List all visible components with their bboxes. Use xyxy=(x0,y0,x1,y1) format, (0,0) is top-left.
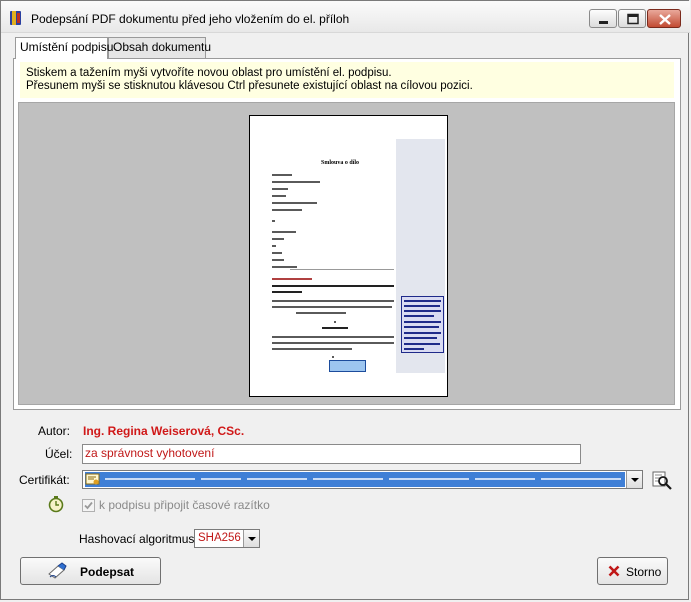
title-bar[interactable]: Podepsání PDF dokumentu před jeho vložen… xyxy=(1,1,690,33)
tab-document-content[interactable]: Obsah dokumentu xyxy=(108,37,211,58)
timestamp-checkbox[interactable] xyxy=(82,499,95,512)
tab-signature-placement[interactable]: Umístění podpisu xyxy=(15,37,113,59)
cancel-icon xyxy=(608,565,620,577)
pdf-page-preview[interactable]: Smlouva o dílo xyxy=(249,115,448,397)
maximize-icon xyxy=(627,13,639,25)
certificate-icon xyxy=(85,472,101,487)
minimize-button[interactable] xyxy=(589,9,617,28)
signature-area-marker[interactable] xyxy=(329,360,366,372)
info-banner: Stiskem a tažením myši vytvoříte novou o… xyxy=(20,62,674,98)
window-title: Podepsání PDF dokumentu před jeho vložen… xyxy=(31,12,350,26)
sign-button-label: Podepsat xyxy=(80,565,135,579)
close-icon xyxy=(659,14,671,25)
purpose-label: Účel: xyxy=(45,447,73,461)
purpose-input[interactable]: za správnost vyhotovení xyxy=(82,444,581,464)
author-label: Autor: xyxy=(38,424,71,438)
certificate-search-icon xyxy=(652,471,672,490)
certificate-dropdown-button[interactable] xyxy=(626,471,642,488)
close-button[interactable] xyxy=(647,9,681,28)
hash-dropdown-button[interactable] xyxy=(243,530,259,547)
info-line-2: Přesunem myši se stisknutou klávesou Ctr… xyxy=(26,80,473,92)
info-line-1: Stiskem a tažením myši vytvoříte novou o… xyxy=(26,67,392,79)
minimize-icon xyxy=(599,21,608,24)
certificate-label: Certifikát: xyxy=(19,473,70,487)
timestamp-label: k podpisu připojit časové razítko xyxy=(99,498,270,512)
certificate-select[interactable] xyxy=(82,470,643,489)
preview-document-title: Smlouva o dílo xyxy=(320,160,359,166)
dialog-window: Podepsání PDF dokumentu před jeho vložen… xyxy=(0,0,690,600)
maximize-button[interactable] xyxy=(618,9,646,28)
sign-button[interactable]: Podepsat xyxy=(20,557,161,585)
page-annotation-box xyxy=(401,296,444,353)
hash-algorithm-select[interactable]: SHA256 xyxy=(194,529,260,548)
certificate-details-button[interactable] xyxy=(651,469,673,491)
hash-algorithm-value: SHA256 xyxy=(198,532,241,544)
author-value: Ing. Regina Weiserová, CSc. xyxy=(83,424,245,438)
app-icon xyxy=(9,10,23,26)
cancel-button-label: Storno xyxy=(626,565,662,579)
timestamp-clock-icon xyxy=(47,495,65,513)
sign-icon xyxy=(47,562,67,580)
cancel-button[interactable]: Storno xyxy=(597,557,668,585)
check-icon xyxy=(84,501,93,510)
hash-label: Hashovací algoritmus: xyxy=(79,532,198,546)
